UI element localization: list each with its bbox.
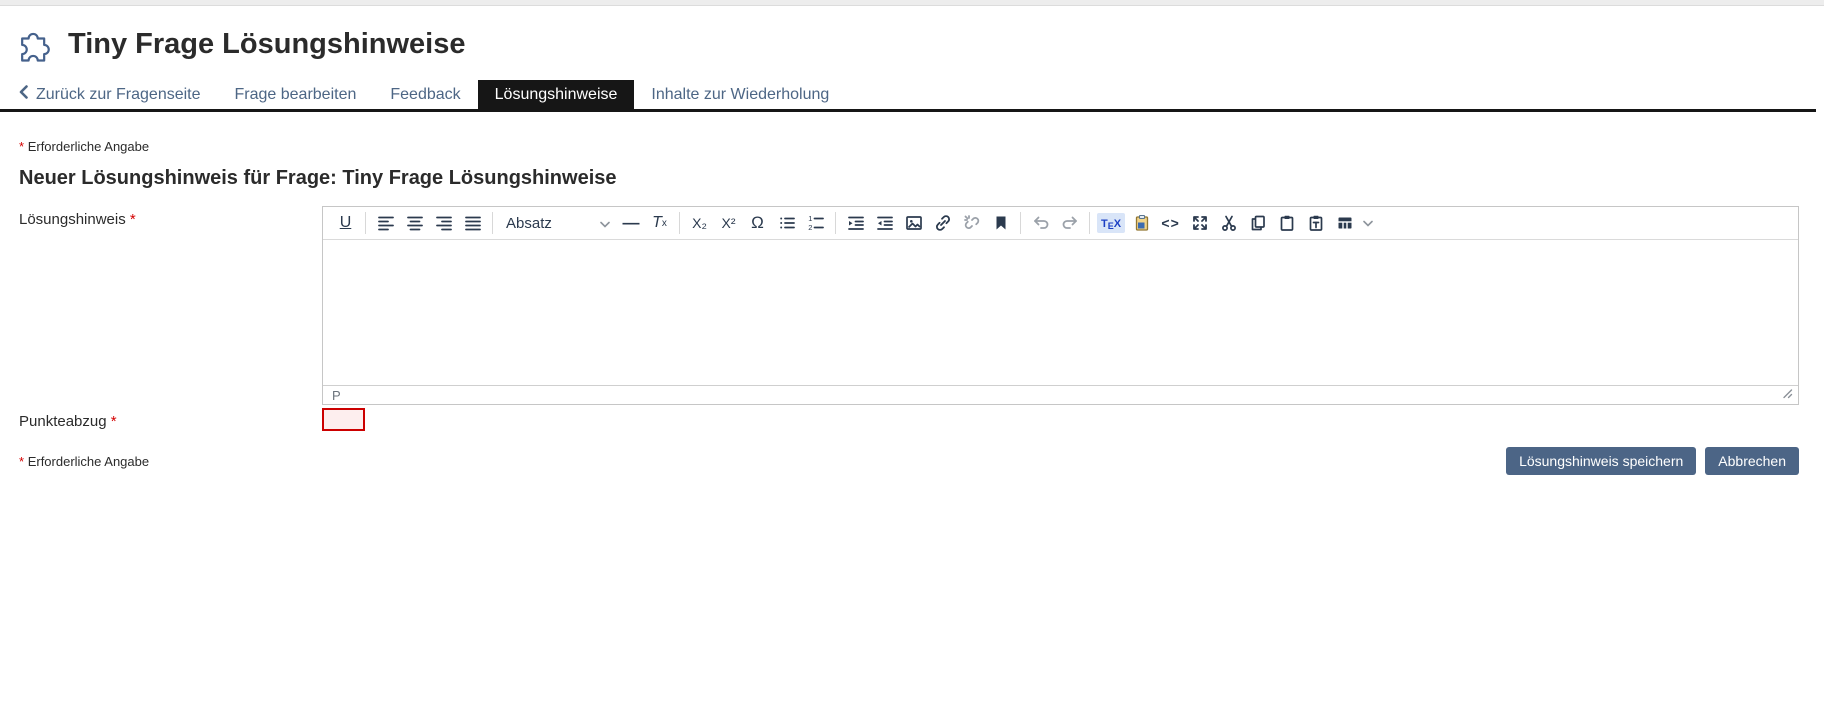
- tex-chip: TEX: [1097, 213, 1125, 233]
- back-link-label: Zurück zur Fragenseite: [36, 86, 201, 104]
- svg-text:1: 1: [808, 214, 812, 223]
- required-text: Erforderliche Angabe: [28, 454, 149, 469]
- action-buttons: Lösungshinweis speichern Abbrechen: [1506, 447, 1799, 475]
- bullet-list-button[interactable]: [772, 210, 801, 236]
- editor-toolbar: U Absatz: [323, 207, 1798, 240]
- insert-image-button[interactable]: [899, 210, 928, 236]
- tab-frage-bearbeiten[interactable]: Frage bearbeiten: [218, 80, 374, 109]
- clear-t-glyph: T: [652, 214, 662, 232]
- puzzle-icon: [13, 22, 57, 66]
- paste-button[interactable]: [1272, 210, 1301, 236]
- required-asterisk: *: [19, 454, 24, 469]
- tab-loesungshinweise[interactable]: Lösungshinweise: [478, 80, 635, 109]
- align-right-button[interactable]: [429, 210, 458, 236]
- align-left-button[interactable]: [371, 210, 400, 236]
- page-title: Tiny Frage Lösungshinweise: [68, 28, 466, 61]
- superscript-button[interactable]: X²: [714, 210, 743, 236]
- tex-button[interactable]: TEX: [1095, 210, 1127, 236]
- points-field-label: Punkteabzug *: [19, 408, 322, 430]
- remove-link-button[interactable]: [957, 210, 986, 236]
- omega-glyph: Ω: [751, 213, 764, 233]
- element-path[interactable]: P: [332, 388, 341, 403]
- back-to-question-page-link[interactable]: Zurück zur Fragenseite: [19, 80, 218, 109]
- toolbar-separator: [1089, 212, 1090, 234]
- required-asterisk: *: [111, 413, 117, 430]
- main-content: * Erforderliche Angabe Neuer Lösungshinw…: [0, 139, 1824, 475]
- hint-field-row: Lösungshinweis * U: [19, 206, 1799, 405]
- save-hint-button[interactable]: Lösungshinweis speichern: [1506, 447, 1696, 475]
- toolbar-separator: [679, 212, 680, 234]
- paragraph-format-value: Absatz: [506, 215, 552, 232]
- indent-button[interactable]: [841, 210, 870, 236]
- fullscreen-button[interactable]: [1185, 210, 1214, 236]
- chevron-down-icon: [600, 215, 610, 232]
- special-character-button[interactable]: Ω: [743, 210, 772, 236]
- chevron-down-icon: [1363, 220, 1373, 227]
- outdent-button[interactable]: [870, 210, 899, 236]
- paragraph-format-select[interactable]: Absatz: [498, 210, 616, 236]
- insert-link-button[interactable]: [928, 210, 957, 236]
- rich-text-editor: U Absatz: [322, 206, 1799, 405]
- required-asterisk: *: [130, 211, 136, 228]
- code-glyph: <>: [1161, 215, 1179, 231]
- tab-label: Lösungshinweise: [495, 86, 618, 104]
- toolbar-separator: [365, 212, 366, 234]
- tab-feedback[interactable]: Feedback: [373, 80, 477, 109]
- tab-label: Feedback: [390, 86, 460, 104]
- form-footer: * Erforderliche Angabe Lösungshinweis sp…: [19, 447, 1799, 475]
- toolbar-separator: [1020, 212, 1021, 234]
- required-note-bottom: * Erforderliche Angabe: [19, 454, 149, 469]
- clear-x-glyph: x: [662, 218, 667, 229]
- tab-label: Inhalte zur Wiederholung: [651, 86, 829, 104]
- editor-content-area[interactable]: [323, 240, 1798, 385]
- required-text: Erforderliche Angabe: [28, 139, 149, 154]
- undo-button[interactable]: [1026, 210, 1055, 236]
- subscript-button[interactable]: X₂: [685, 210, 714, 236]
- svg-text:2: 2: [808, 223, 812, 232]
- chevron-left-icon: [19, 85, 28, 104]
- paste-as-text-button[interactable]: [1301, 210, 1330, 236]
- hr-glyph: —: [623, 213, 639, 233]
- cut-button[interactable]: [1214, 210, 1243, 236]
- redo-button[interactable]: [1055, 210, 1084, 236]
- table-button[interactable]: [1330, 210, 1359, 236]
- tab-label: Frage bearbeiten: [235, 86, 357, 104]
- underline-button[interactable]: U: [331, 210, 360, 236]
- editor-statusbar: P: [323, 385, 1798, 404]
- points-deduction-input[interactable]: [322, 408, 365, 431]
- paste-from-word-button[interactable]: [1127, 210, 1156, 236]
- numbered-list-button[interactable]: 1 2: [801, 210, 830, 236]
- copy-button[interactable]: [1243, 210, 1272, 236]
- toolbar-separator: [835, 212, 836, 234]
- required-asterisk: *: [19, 139, 24, 154]
- clear-formatting-button[interactable]: Tx: [645, 210, 674, 236]
- superscript-glyph: X²: [722, 215, 736, 231]
- page-header: Tiny Frage Lösungshinweise: [0, 6, 1824, 76]
- source-code-button[interactable]: <>: [1156, 210, 1185, 236]
- table-menu-chevron[interactable]: [1359, 210, 1377, 236]
- cancel-button[interactable]: Abbrechen: [1705, 447, 1799, 475]
- points-label-text: Punkteabzug: [19, 413, 107, 430]
- tab-inhalte-zur-wiederholung[interactable]: Inhalte zur Wiederholung: [634, 80, 846, 109]
- form-heading: Neuer Lösungshinweis für Frage: Tiny Fra…: [19, 167, 1799, 190]
- tab-bar: Zurück zur Fragenseite Frage bearbeiten …: [0, 80, 1816, 112]
- subscript-glyph: X₂: [692, 215, 707, 231]
- required-note-top: * Erforderliche Angabe: [19, 139, 1799, 154]
- toolbar-separator: [492, 212, 493, 234]
- underline-glyph: U: [340, 214, 352, 232]
- points-field-row: Punkteabzug *: [19, 408, 1799, 431]
- align-center-button[interactable]: [400, 210, 429, 236]
- hint-field-label: Lösungshinweis *: [19, 206, 322, 228]
- resize-handle-icon[interactable]: [1782, 386, 1793, 404]
- align-justify-button[interactable]: [458, 210, 487, 236]
- anchor-button[interactable]: [986, 210, 1015, 236]
- hint-label-text: Lösungshinweis: [19, 211, 126, 228]
- horizontal-rule-button[interactable]: —: [616, 210, 645, 236]
